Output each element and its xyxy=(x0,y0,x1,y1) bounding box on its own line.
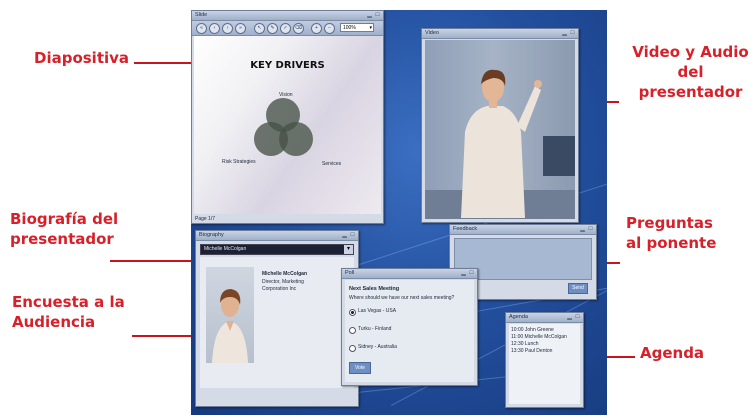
video-window-titlebar[interactable]: Video ▁ □ xyxy=(422,29,578,39)
venn-label-left: Risk Strategies xyxy=(222,159,256,165)
pointer-icon[interactable]: ↖ xyxy=(254,23,265,34)
previous-slide-icon[interactable]: ‹ xyxy=(209,23,220,34)
poll-option-label: Las Vegas - USA xyxy=(358,308,397,314)
callout-encuesta: Encuesta a la Audiencia xyxy=(12,293,125,331)
zoom-value: 100% xyxy=(343,25,356,31)
biography-window-title: Biography xyxy=(199,232,224,238)
agenda-window: Agenda ▁ □ 10:00 John Greene 11:00 Miche… xyxy=(505,312,584,408)
poll-option[interactable]: Turku - Finland xyxy=(349,326,459,334)
callout-biografia: Biografía del presentador xyxy=(10,210,119,248)
zoom-in-icon[interactable]: + xyxy=(311,23,322,34)
eraser-icon[interactable]: ⌫ xyxy=(293,23,304,34)
poll-option-label: Sidney - Australia xyxy=(358,344,397,350)
venn-circle-right xyxy=(279,122,313,156)
minimize-icon[interactable]: ▁ xyxy=(579,226,586,233)
callout-line-biografia xyxy=(110,260,202,262)
biography-window-titlebar[interactable]: Biography ▁ □ xyxy=(196,231,358,241)
chevron-down-icon: ▾ xyxy=(369,25,372,31)
biography-window: Biography ▁ □ Michelle McColgan ▾ Michel… xyxy=(195,230,359,407)
venn-label-right: Services xyxy=(322,161,342,167)
slide-canvas: KEY DRIVERS Vision Risk Strategies Servi… xyxy=(194,36,381,214)
callout-preguntas: Preguntas al ponente xyxy=(626,214,717,252)
agenda-item[interactable]: 11:00 Michelle McColgan xyxy=(511,334,567,340)
poll-window: Poll ▁ □ Next Sales Meeting Where should… xyxy=(341,268,478,386)
video-window: Video ▁ □ xyxy=(421,28,579,223)
presenter-select[interactable]: Michelle McColgan ▾ xyxy=(200,244,354,255)
agenda-item[interactable]: 12:30 Lunch xyxy=(511,341,539,347)
maximize-icon[interactable]: □ xyxy=(349,232,356,239)
poll-content: Next Sales Meeting Where should we have … xyxy=(345,280,474,382)
presenter-role: Director, Marketing xyxy=(262,279,304,285)
presenter-video xyxy=(425,40,575,219)
minimize-icon[interactable]: ▁ xyxy=(341,232,348,239)
minimize-icon[interactable]: ▁ xyxy=(561,30,568,37)
radio-icon[interactable] xyxy=(349,345,356,352)
slide-title: KEY DRIVERS xyxy=(250,60,325,71)
maximize-icon[interactable]: □ xyxy=(374,12,381,19)
poll-question: Where should we have our next sales meet… xyxy=(349,295,455,301)
minimize-icon[interactable]: ▁ xyxy=(566,314,573,321)
highlighter-icon[interactable]: ✓ xyxy=(280,23,291,34)
video-window-title: Video xyxy=(425,30,439,36)
radio-icon[interactable] xyxy=(349,327,356,334)
callout-line-diapositiva xyxy=(134,62,196,64)
presenter-select-value: Michelle McColgan xyxy=(204,246,247,252)
poll-option[interactable]: Sidney - Australia xyxy=(349,344,459,352)
agenda-window-title: Agenda xyxy=(509,314,528,320)
presenter-name: Michelle McColgan xyxy=(262,271,308,277)
slide-window: Slide ▁ □ « ‹ › » ↖ ✎ ✓ ⌫ + − 100% ▾ KEY… xyxy=(191,10,384,224)
agenda-item[interactable]: 10:00 John Greene xyxy=(511,327,554,333)
minimize-icon[interactable]: ▁ xyxy=(460,270,467,277)
agenda-list: 10:00 John Greene 11:00 Michelle McColga… xyxy=(509,324,580,404)
vote-button[interactable]: Vote xyxy=(349,362,371,374)
zoom-select[interactable]: 100% ▾ xyxy=(340,23,374,32)
presenter-figure xyxy=(425,69,575,219)
pen-icon[interactable]: ✎ xyxy=(267,23,278,34)
maximize-icon[interactable]: □ xyxy=(569,30,576,37)
slide-window-title: Slide xyxy=(195,12,208,18)
maximize-icon[interactable]: □ xyxy=(468,270,475,277)
chevron-down-icon: ▾ xyxy=(344,245,353,254)
feedback-window-titlebar[interactable]: Feedback ▁ □ xyxy=(450,225,596,235)
poll-window-titlebar[interactable]: Poll ▁ □ xyxy=(342,269,477,279)
first-slide-icon[interactable]: « xyxy=(196,23,207,34)
presenter-company: Corporation Inc xyxy=(262,286,297,292)
feedback-window-title: Feedback xyxy=(453,226,478,232)
last-slide-icon[interactable]: » xyxy=(235,23,246,34)
callout-video: Video y Audio del presentador xyxy=(632,43,749,101)
send-question-button[interactable]: Send xyxy=(568,283,588,294)
minimize-icon[interactable]: ▁ xyxy=(366,12,373,19)
poll-window-title: Poll xyxy=(345,270,355,276)
maximize-icon[interactable]: □ xyxy=(587,226,594,233)
poll-option-label: Turku - Finland xyxy=(358,326,392,332)
slide-page-indicator: Page 1/7 xyxy=(195,216,216,222)
web-conference-desktop: Slide ▁ □ « ‹ › » ↖ ✎ ✓ ⌫ + − 100% ▾ KEY… xyxy=(191,10,607,415)
slide-toolbar: « ‹ › » ↖ ✎ ✓ ⌫ + − 100% ▾ xyxy=(192,21,383,36)
radio-selected-icon[interactable] xyxy=(349,309,356,316)
presenter-photo xyxy=(206,267,254,363)
zoom-out-icon[interactable]: − xyxy=(324,23,335,34)
vote-button-label: Vote xyxy=(354,365,365,371)
next-slide-icon[interactable]: › xyxy=(222,23,233,34)
send-button-label: Send xyxy=(572,285,584,291)
maximize-icon[interactable]: □ xyxy=(574,314,581,321)
agenda-item[interactable]: 13:30 Paul Denton xyxy=(511,348,552,354)
callout-agenda: Agenda xyxy=(640,344,705,362)
agenda-window-titlebar[interactable]: Agenda ▁ □ xyxy=(506,313,583,323)
presenter-portrait xyxy=(212,289,248,363)
poll-heading: Next Sales Meeting xyxy=(349,286,400,292)
slide-window-titlebar[interactable]: Slide ▁ □ xyxy=(192,11,383,21)
bio-content: Michelle McColgan Director, Marketing Co… xyxy=(200,257,354,388)
callout-diapositiva: Diapositiva xyxy=(34,49,130,67)
poll-option[interactable]: Las Vegas - USA xyxy=(349,308,459,316)
